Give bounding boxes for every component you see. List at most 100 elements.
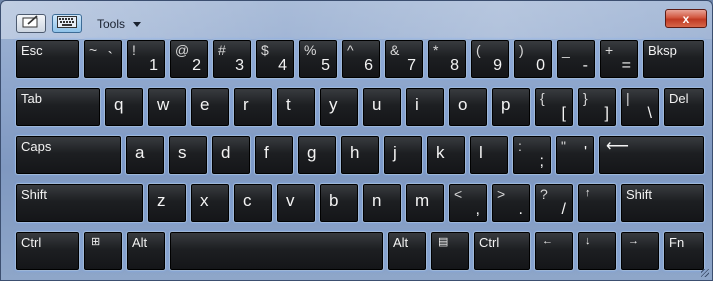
enter-arrow-icon: ⟵ [606, 138, 629, 155]
key-x[interactable]: x [190, 183, 230, 223]
key-arrow-up[interactable]: ↑ [577, 183, 617, 223]
arrow-right-icon: → [628, 235, 639, 247]
key-w[interactable]: w [147, 87, 187, 127]
key-f[interactable]: f [254, 135, 294, 175]
key-minus[interactable]: _ - [556, 39, 596, 79]
key-q[interactable]: q [104, 87, 144, 127]
key-semicolon[interactable]: :; [512, 135, 552, 175]
key-backspace[interactable]: Bksp [642, 39, 705, 79]
key-bottom-symbol: ` [107, 50, 113, 67]
key-right-bracket[interactable]: }] [577, 87, 617, 127]
key-bottom-symbol: ' [583, 144, 587, 161]
key-z[interactable]: z [147, 183, 187, 223]
key-delete[interactable]: Del [663, 87, 705, 127]
key-2[interactable]: @2 [169, 39, 209, 79]
key-letter: q [114, 95, 124, 114]
keyboard-icon [57, 15, 77, 33]
key-letter: x [200, 191, 209, 210]
key-left-bracket[interactable]: {[ [534, 87, 574, 127]
key-letter: b [329, 191, 339, 210]
key-right-alt[interactable]: Alt [387, 231, 427, 271]
key-backslash[interactable]: | \ [620, 87, 660, 127]
key-i[interactable]: i [405, 87, 445, 127]
key-letter: i [415, 95, 419, 114]
key-3[interactable]: #3 [212, 39, 252, 79]
key-backtick[interactable]: ~ ` [83, 39, 123, 79]
key-right-ctrl[interactable]: Ctrl [473, 231, 531, 271]
key-bottom-symbol: , [475, 201, 480, 218]
key-esc[interactable]: Esc [15, 39, 80, 79]
key-y[interactable]: y [319, 87, 359, 127]
key-left-shift[interactable]: Shift [15, 183, 144, 223]
key-windows[interactable]: ⊞ [83, 231, 123, 271]
key-left-alt[interactable]: Alt [126, 231, 166, 271]
keyboard-mode-button[interactable] [52, 14, 82, 33]
key-label: Bksp [648, 43, 677, 58]
key-top-symbol: ! [132, 42, 136, 58]
key-left-ctrl[interactable]: Ctrl [15, 231, 80, 271]
key-comma[interactable]: <, [448, 183, 488, 223]
resize-grip[interactable] [701, 269, 709, 277]
key-g[interactable]: g [297, 135, 337, 175]
key-8[interactable]: * 8 [427, 39, 467, 79]
key-enter[interactable]: ⟵ [598, 135, 705, 175]
key-b[interactable]: b [319, 183, 359, 223]
key-bottom-symbol: ; [539, 153, 544, 170]
key-5[interactable]: % 5 [298, 39, 338, 79]
tools-menu[interactable]: Tools [97, 17, 142, 31]
key-top-symbol: + [605, 42, 614, 58]
key-4[interactable]: $4 [255, 39, 295, 79]
key-caps-lock[interactable]: Caps [15, 135, 122, 175]
key-tab[interactable]: Tab [15, 87, 101, 127]
key-bottom-symbol: 1 [149, 57, 158, 74]
key-1[interactable]: ! 1 [126, 39, 166, 79]
keyboard-row-modifiers: Ctrl ⊞ Alt Alt ▤ Ctrl ← ↓ → Fn [1, 231, 712, 271]
key-top-symbol: { [540, 90, 545, 106]
key-letter: a [135, 143, 145, 162]
key-letter: k [436, 143, 445, 162]
key-context-menu[interactable]: ▤ [430, 231, 470, 271]
key-9[interactable]: (9 [470, 39, 510, 79]
key-l[interactable]: l [469, 135, 509, 175]
key-letter: c [243, 191, 252, 210]
arrow-down-icon: ↓ [585, 235, 591, 247]
key-h[interactable]: h [340, 135, 380, 175]
key-label: Caps [21, 139, 52, 154]
key-top-symbol: } [583, 90, 588, 106]
key-arrow-left[interactable]: ← [534, 231, 574, 271]
key-top-symbol: # [218, 42, 226, 58]
key-p[interactable]: p [491, 87, 531, 127]
key-n[interactable]: n [362, 183, 402, 223]
key-top-symbol: > [497, 186, 506, 202]
key-c[interactable]: c [233, 183, 273, 223]
key-right-shift[interactable]: Shift [620, 183, 705, 223]
key-quote[interactable]: " ' [555, 135, 595, 175]
key-t[interactable]: t [276, 87, 316, 127]
key-a[interactable]: a [125, 135, 165, 175]
key-arrow-down[interactable]: ↓ [577, 231, 617, 271]
close-button[interactable]: x [665, 9, 707, 28]
key-arrow-right[interactable]: → [620, 231, 660, 271]
key-d[interactable]: d [211, 135, 251, 175]
key-period[interactable]: >. [491, 183, 531, 223]
key-r[interactable]: r [233, 87, 273, 127]
key-j[interactable]: j [383, 135, 423, 175]
key-slash[interactable]: ? / [534, 183, 574, 223]
key-fn[interactable]: Fn [663, 231, 705, 271]
handwriting-pad-button[interactable] [16, 14, 46, 33]
key-s[interactable]: s [168, 135, 208, 175]
key-bottom-symbol: 8 [450, 57, 459, 74]
key-o[interactable]: o [448, 87, 488, 127]
key-e[interactable]: e [190, 87, 230, 127]
key-0[interactable]: ) 0 [513, 39, 553, 79]
key-bottom-symbol: . [518, 201, 523, 218]
key-u[interactable]: u [362, 87, 402, 127]
key-7[interactable]: & 7 [384, 39, 424, 79]
key-equals[interactable]: + = [599, 39, 639, 79]
key-m[interactable]: m [405, 183, 445, 223]
key-top-symbol: _ [562, 42, 570, 58]
key-k[interactable]: k [426, 135, 466, 175]
key-6[interactable]: ^ 6 [341, 39, 381, 79]
key-v[interactable]: v [276, 183, 316, 223]
key-space[interactable] [169, 231, 384, 271]
